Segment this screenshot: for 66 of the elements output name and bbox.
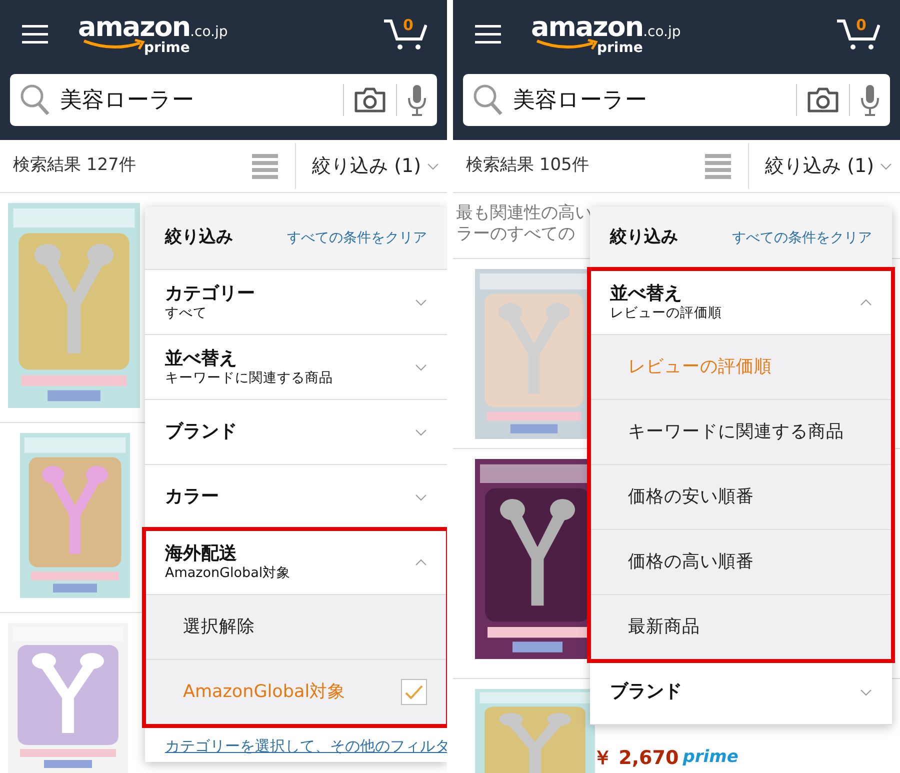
section-value: すべて [165,304,208,321]
chevron-down-icon [415,494,427,500]
chevron-down-icon [415,428,427,436]
camera-icon[interactable] [354,87,386,113]
section-label: 並べ替え [165,348,238,370]
filter-option[interactable]: 価格の安い順番 [590,465,892,530]
category-filter-link[interactable]: カテゴリーを選択して、その他のフィルタ [145,725,447,762]
chevron-down-icon [415,364,427,370]
search-field[interactable]: 美容ローラー [60,84,333,116]
camera-icon[interactable] [807,87,839,113]
filter-option[interactable]: キーワードに関連する商品 [590,400,892,465]
menu-icon[interactable] [475,24,501,44]
filter-option[interactable]: 価格の高い順番 [590,530,892,595]
chevron-down-icon [880,162,892,170]
logo-prime[interactable]: prime [144,40,228,54]
filter-section[interactable]: カテゴリー すべて [145,270,447,335]
checkbox[interactable] [401,679,427,705]
cart-icon[interactable] [836,17,880,51]
microphone-icon[interactable] [407,84,427,116]
search-bar[interactable]: 美容ローラー [463,74,890,126]
logo-wordmark[interactable]: amazon [531,14,644,40]
section-label: 海外配送 [165,543,238,565]
section-label: カラー [165,486,219,508]
section-label: カテゴリー [165,283,255,305]
search-field[interactable]: 美容ローラー [513,84,786,116]
menu-icon[interactable] [22,24,48,44]
section-label: 並べ替え [610,283,683,305]
clear-all-link[interactable]: すべての条件をクリア [732,228,872,248]
chevron-up-icon [860,298,872,306]
prime-label: prime [682,746,738,769]
cart-count: 0 [856,15,866,36]
logo-prime[interactable]: prime [597,40,681,54]
section-value: AmazonGlobal対象 [165,564,291,581]
filter-title: 絞り込み [165,226,233,250]
search-icon [473,84,503,116]
logo-domain[interactable]: .co.jp [190,24,228,38]
filter-title: 絞り込み [610,226,678,250]
filter-section[interactable]: ブランド [145,400,447,465]
filter-option[interactable]: 最新商品 [590,595,892,660]
results-notice-text: ラーのすべての [456,224,575,246]
section-label: ブランド [610,681,682,703]
filter-section[interactable]: カラー [145,465,447,530]
chevron-up-icon [415,558,427,566]
chevron-down-icon [860,688,872,696]
search-icon [20,84,50,116]
filter-section[interactable]: ブランド [590,660,892,725]
microphone-icon[interactable] [860,84,880,116]
filter-button[interactable]: 絞り込み (1) [748,143,900,189]
logo-wordmark[interactable]: amazon [78,14,190,40]
section-value: キーワードに関連する商品 [165,370,333,386]
chevron-down-icon [415,298,427,306]
filter-button[interactable]: 絞り込み (1) [295,143,447,189]
clear-all-link[interactable]: すべての条件をクリア [287,228,427,248]
filter-option[interactable]: 選択解除 [145,595,447,660]
price-text: ￥ 2,670 [593,746,679,770]
results-count: 検索結果 105件 [465,154,589,178]
checkmark-icon [405,685,423,699]
filter-section[interactable]: 並べ替え キーワードに関連する商品 [145,335,447,400]
search-bar[interactable]: 美容ローラー [10,74,437,126]
section-label: ブランド [165,421,237,443]
cart-count: 0 [403,15,414,36]
logo-domain[interactable]: .co.jp [643,24,681,38]
results-count: 検索結果 127件 [12,154,136,178]
cart-icon[interactable] [383,17,427,51]
chevron-down-icon [427,162,439,170]
section-value: レビューの評価順 [610,304,722,321]
